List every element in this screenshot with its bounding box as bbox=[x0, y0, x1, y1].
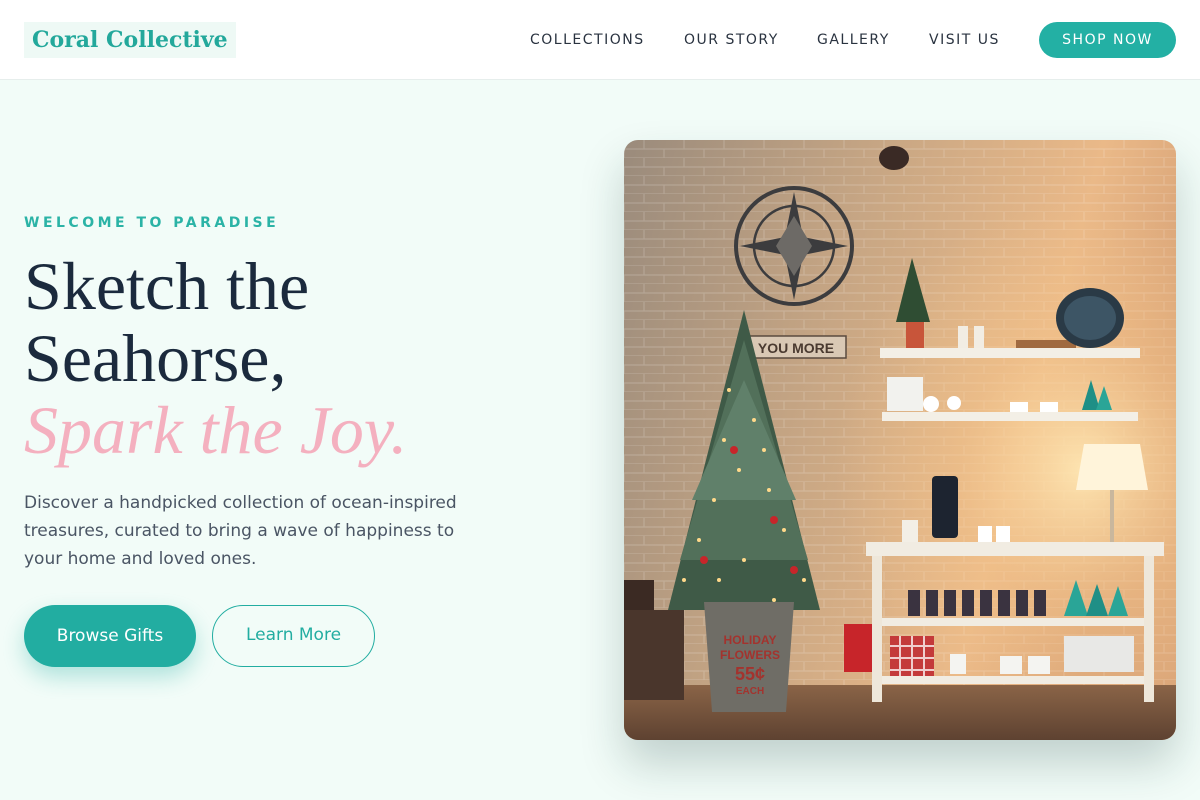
display-table bbox=[866, 542, 1164, 556]
wall-sign-text: YOU MORE bbox=[758, 340, 834, 356]
wood-floor bbox=[624, 685, 1176, 740]
bucket-price: 55¢ bbox=[735, 664, 765, 684]
hero-eyebrow: WELCOME TO PARADISE bbox=[24, 215, 280, 231]
headline-line-1: Sketch the bbox=[24, 248, 310, 324]
compass-wall-decor bbox=[734, 186, 854, 306]
headline-accent: Spark the Joy. bbox=[24, 392, 408, 468]
nav-collections[interactable]: COLLECTIONS bbox=[530, 31, 645, 49]
hero-description: Discover a handpicked collection of ocea… bbox=[24, 493, 457, 569]
hero-photo: YOU MORE HOLIDAY FLOWERS 55¢ EACH bbox=[624, 140, 1176, 740]
nav-gallery[interactable]: GALLERY bbox=[817, 31, 890, 49]
bucket-text-1: HOLIDAY bbox=[724, 633, 777, 647]
hero-headline: Sketch the Seahorse, Spark the Joy. bbox=[24, 250, 407, 466]
site-logo[interactable]: Coral Collective bbox=[24, 22, 236, 58]
shop-now-button[interactable]: SHOP NOW bbox=[1039, 22, 1176, 58]
upper-shelf bbox=[880, 348, 1140, 358]
shop-interior-illustration: YOU MORE HOLIDAY FLOWERS 55¢ EACH bbox=[624, 140, 1176, 740]
bucket-each: EACH bbox=[736, 686, 764, 697]
headline-line-2: Seahorse, bbox=[24, 320, 287, 396]
bucket-text-2: FLOWERS bbox=[720, 648, 780, 662]
site-header: Coral Collective COLLECTIONS OUR STORY G… bbox=[0, 0, 1200, 80]
middle-shelf bbox=[882, 412, 1138, 421]
nav-our-story[interactable]: OUR STORY bbox=[684, 31, 779, 49]
nav-visit-us[interactable]: VISIT US bbox=[929, 31, 1000, 49]
learn-more-button[interactable]: Learn More bbox=[212, 605, 375, 667]
browse-gifts-button[interactable]: Browse Gifts bbox=[24, 605, 196, 667]
table-lamp bbox=[1076, 444, 1148, 490]
